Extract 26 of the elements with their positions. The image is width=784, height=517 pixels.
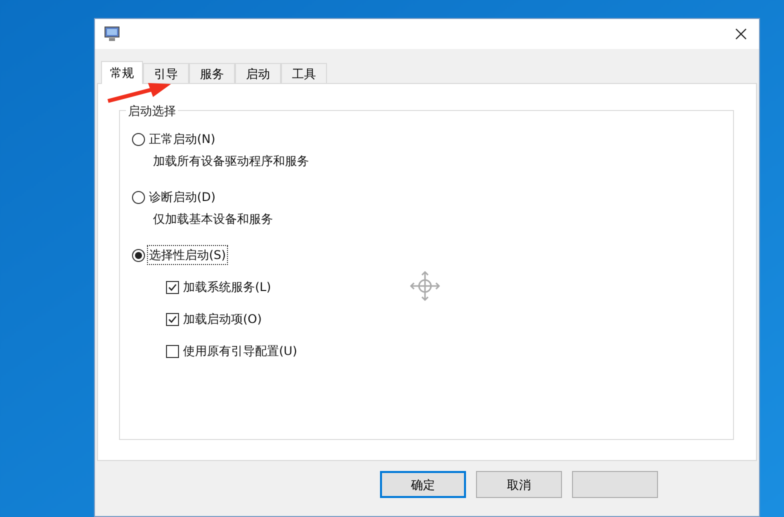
- annotation-arrow: [106, 83, 172, 103]
- radio-button[interactable]: [132, 190, 145, 204]
- radio-button[interactable]: [132, 132, 145, 146]
- tab[interactable]: 常规: [101, 61, 143, 84]
- close-icon[interactable]: [735, 28, 747, 40]
- tab[interactable]: 工具: [281, 63, 327, 83]
- tab[interactable]: 引导: [143, 63, 189, 83]
- dialog-button[interactable]: 取消: [476, 471, 562, 498]
- tab[interactable]: 启动: [235, 63, 281, 83]
- move-cursor-icon: [409, 270, 441, 302]
- radio-label: 选择性启动(S): [148, 246, 227, 264]
- dialog-button[interactable]: 确定: [380, 471, 466, 498]
- checkbox-label: 加载启动项(O): [183, 311, 262, 328]
- tab[interactable]: 服务: [189, 63, 235, 83]
- radio-label: 诊断启动(D): [148, 189, 217, 206]
- checkbox-label: 加载系统服务(L): [183, 279, 272, 296]
- computer-icon: [104, 26, 120, 42]
- checkbox[interactable]: [166, 312, 179, 326]
- option-description: 加载所有设备驱动程序和服务: [153, 153, 309, 170]
- option-description: 仅加载基本设备和服务: [153, 211, 274, 228]
- radio-button[interactable]: [132, 248, 145, 262]
- checkbox-label: 使用原有引导配置(U): [183, 343, 298, 360]
- checkbox[interactable]: [166, 280, 179, 294]
- group-title: 启动选择: [126, 102, 178, 120]
- checkbox[interactable]: [166, 344, 179, 358]
- radio-label: 正常启动(N): [148, 131, 216, 148]
